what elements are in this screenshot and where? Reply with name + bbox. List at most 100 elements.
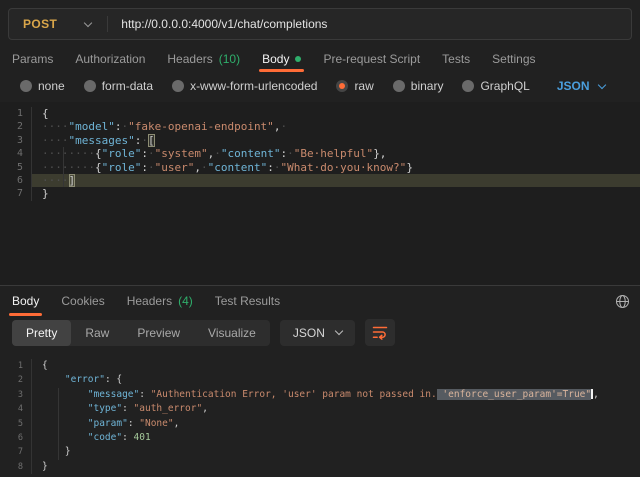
code-token: : — [267, 161, 274, 174]
code-token: { — [95, 147, 102, 160]
code-token: · — [280, 120, 287, 133]
line-number: 4 — [0, 402, 31, 416]
response-tab-test-results[interactable]: Test Results — [215, 286, 280, 316]
code-token: ········ — [42, 147, 95, 160]
code-token: ···· — [42, 120, 69, 133]
body-type-option-form-data[interactable]: form-data — [84, 79, 153, 93]
code-token: "message" — [88, 389, 139, 400]
response-tabs-right — [615, 294, 630, 309]
line-number: 7 — [0, 187, 31, 200]
code-content: } — [31, 187, 640, 200]
radio-button — [393, 80, 405, 92]
body-type-option-none[interactable]: none — [20, 79, 65, 93]
radio-button — [462, 80, 474, 92]
request-tab-body[interactable]: Body — [262, 46, 301, 72]
code-content: "error": { — [31, 373, 640, 387]
code-token — [42, 418, 88, 429]
code-token: "content" — [208, 161, 268, 174]
tab-count-badge: (10) — [219, 52, 240, 66]
line-number: 5 — [0, 161, 31, 174]
line-number: 4 — [0, 147, 31, 160]
matched-bracket: [ — [148, 134, 155, 147]
code-line: 3 "message": "Authentication Error, 'use… — [0, 388, 640, 402]
code-token: , — [202, 403, 208, 414]
line-number: 7 — [0, 445, 31, 459]
radio-label: GraphQL — [480, 79, 529, 93]
request-tab-headers[interactable]: Headers (10) — [167, 46, 240, 72]
code-content: { — [31, 359, 640, 373]
code-token: "messages" — [69, 134, 135, 147]
response-tab-cookies[interactable]: Cookies — [61, 286, 104, 316]
request-tab-params[interactable]: Params — [12, 46, 53, 72]
body-type-option-x-www-form-urlencoded[interactable]: x-www-form-urlencoded — [172, 79, 317, 93]
code-token: · — [141, 134, 148, 147]
body-type-option-binary[interactable]: binary — [393, 79, 444, 93]
line-number: 1 — [0, 107, 31, 120]
code-line: 4 "type": "auth_error", — [0, 402, 640, 416]
url-input[interactable]: http://0.0.0.0:4000/v1/chat/completions — [108, 17, 327, 31]
code-token: "auth_error" — [134, 403, 203, 414]
response-body-viewer[interactable]: 1 {2 "error": {3 "message": "Authenticati… — [0, 354, 640, 477]
response-tab-body[interactable]: Body — [12, 286, 39, 316]
selected-text: 'enforce_user_param'=True" — [437, 389, 591, 400]
request-body-editor[interactable]: 1 {2····"model":·"fake-openai-endpoint",·… — [0, 102, 640, 285]
response-tab-headers[interactable]: Headers(4) — [127, 286, 193, 316]
code-token: , — [174, 418, 180, 429]
code-token: "Authentication Error, 'user' param not … — [151, 389, 437, 400]
tab-label: Headers — [167, 52, 212, 66]
method-select[interactable]: POST — [9, 17, 107, 31]
body-format-select[interactable]: JSON — [557, 79, 605, 93]
current-line: ····] — [31, 174, 640, 187]
line-number: 3 — [0, 134, 31, 147]
wrap-lines-button[interactable] — [365, 319, 395, 346]
line-number: 3 — [0, 388, 31, 402]
code-token: : — [141, 161, 148, 174]
request-tab-settings[interactable]: Settings — [492, 46, 535, 72]
radio-label: raw — [354, 79, 373, 93]
chevron-down-icon — [597, 80, 605, 88]
code-token: 401 — [134, 432, 151, 443]
response-view-visualize[interactable]: Visualize — [194, 320, 270, 346]
code-token: "type" — [88, 403, 122, 414]
request-tab-authorization[interactable]: Authorization — [75, 46, 145, 72]
line-number: 2 — [0, 120, 31, 133]
line-number: 1 — [0, 359, 31, 373]
code-token: } — [42, 187, 49, 200]
response-view-pretty[interactable]: Pretty — [12, 320, 71, 346]
body-type-option-graphql[interactable]: GraphQL — [462, 79, 529, 93]
tab-label: Pre-request Script — [323, 52, 420, 66]
globe-icon[interactable] — [615, 294, 630, 309]
tab-label: Settings — [492, 52, 535, 66]
code-content: } — [31, 460, 640, 474]
code-line: 7 } — [0, 445, 640, 459]
request-tabs: Params Authorization Headers (10) Body Pre-re… — [0, 46, 640, 72]
line-number: 2 — [0, 373, 31, 387]
code-token: "Be·helpful" — [294, 147, 373, 160]
code-token: "code" — [88, 432, 122, 443]
code-token: ···· — [42, 134, 69, 147]
radio-button — [336, 80, 348, 92]
radio-button — [172, 80, 184, 92]
code-token: } — [42, 461, 48, 472]
code-token: "What·do·you·know?" — [280, 161, 406, 174]
response-view-preview[interactable]: Preview — [123, 320, 194, 346]
code-token: : — [141, 147, 148, 160]
request-tab-tests[interactable]: Tests — [442, 46, 470, 72]
response-view-switcher: PrettyRawPreviewVisualize — [12, 320, 270, 346]
code-token: { — [42, 360, 48, 371]
body-type-option-raw[interactable]: raw — [336, 79, 373, 93]
code-content: ····"model":·"fake-openai-endpoint",· — [31, 120, 640, 133]
request-tab-pre-request-script[interactable]: Pre-request Script — [323, 46, 420, 72]
code-token — [42, 374, 65, 385]
response-view-raw[interactable]: Raw — [71, 320, 123, 346]
body-type-row: none form-data x-www-form-urlencoded raw bin… — [0, 72, 640, 102]
code-token: "role" — [102, 147, 142, 160]
code-token: "role" — [102, 161, 142, 174]
tab-label: Tests — [442, 52, 470, 66]
response-format-select[interactable]: JSON — [280, 320, 355, 346]
tab-label: Headers — [127, 294, 172, 308]
code-token: , — [194, 161, 201, 174]
tab-label: Authorization — [75, 52, 145, 66]
chevron-down-icon — [84, 18, 92, 26]
code-token: "system" — [155, 147, 208, 160]
